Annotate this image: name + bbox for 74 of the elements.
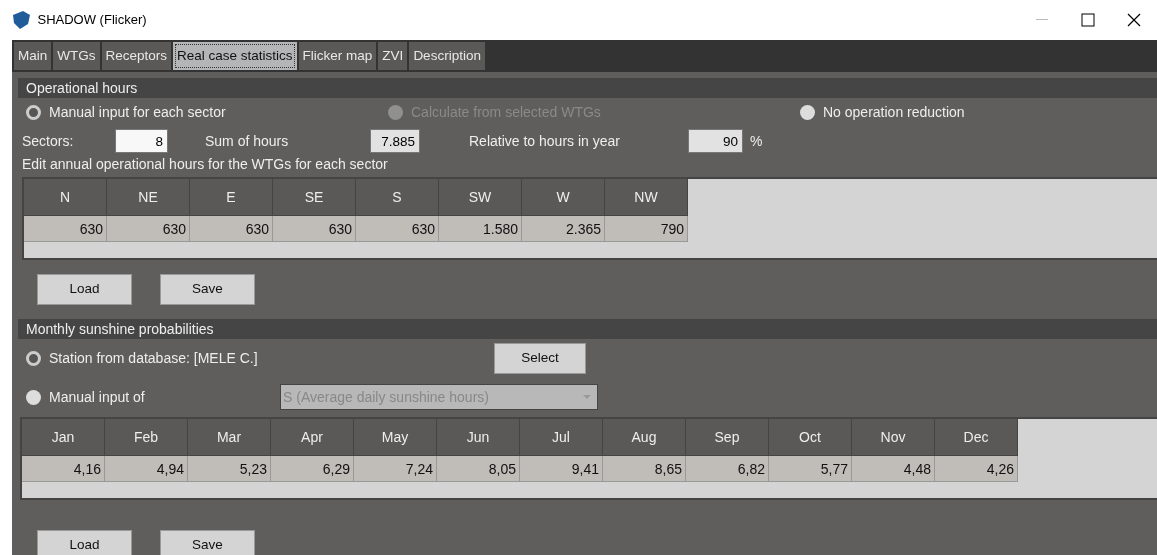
table-cell[interactable]: 1.580 [439, 216, 522, 242]
table-cell[interactable]: 630 [356, 216, 439, 242]
action-button[interactable]: Save [160, 530, 255, 555]
radio-label: Station from database: [MELE C.] [49, 348, 258, 368]
table-cell[interactable]: 6,29 [271, 456, 354, 482]
tab[interactable]: Flicker map [298, 42, 377, 70]
unit-label: % [750, 131, 763, 151]
column-header: N [24, 179, 107, 216]
column-header: Mar [188, 419, 271, 456]
radio-label: Manual input of [49, 387, 145, 407]
table-cell[interactable]: 630 [273, 216, 356, 242]
field-label: Sum of hours [205, 131, 290, 151]
table-cell[interactable]: 5,23 [188, 456, 271, 482]
column-header: Jan [22, 419, 105, 456]
select-button[interactable]: Select [494, 342, 586, 374]
table-cell[interactable]: 630 [24, 216, 107, 242]
column-header: Sep [686, 419, 769, 456]
table-cell[interactable]: 630 [107, 216, 190, 242]
tab[interactable]: Receptors [101, 42, 172, 70]
tab[interactable]: ZVI [378, 42, 408, 70]
table-cell[interactable]: 7,24 [354, 456, 437, 482]
app-logo-icon [10, 11, 31, 29]
window-title: SHADOW (Flicker) [37, 11, 147, 30]
maximize-icon[interactable] [1081, 13, 1095, 27]
column-header: NW [605, 179, 688, 216]
radio-button[interactable] [26, 350, 41, 366]
input-field[interactable]: 8 [115, 129, 168, 153]
action-button[interactable]: Load [37, 530, 132, 555]
column-header: Aug [603, 419, 686, 456]
column-header: Apr [271, 419, 354, 456]
radio-label: No operation reduction [823, 102, 965, 122]
field-label: Relative to hours in year [469, 131, 621, 151]
radio-button[interactable] [800, 104, 815, 120]
column-header: S [356, 179, 439, 216]
section-header: Monthly sunshine probabilities [18, 319, 1157, 339]
field-label: Sectors: [22, 131, 75, 151]
table-cell[interactable]: 2.365 [522, 216, 605, 242]
column-header: Feb [105, 419, 188, 456]
radio-button[interactable] [26, 104, 41, 120]
action-button[interactable]: Load [37, 274, 132, 305]
caret-icon [583, 394, 591, 400]
table-cell[interactable]: 630 [190, 216, 273, 242]
column-header: NE [107, 179, 190, 216]
column-header: Jun [437, 419, 520, 456]
input-field[interactable]: 7.885 [370, 129, 420, 153]
table-cell[interactable]: 6,82 [686, 456, 769, 482]
column-header: May [354, 419, 437, 456]
input-field[interactable]: 90 [688, 129, 743, 153]
action-button[interactable]: Save [160, 274, 255, 305]
column-header: Nov [852, 419, 935, 456]
close-icon[interactable] [1127, 13, 1141, 27]
section-header: Operational hours [18, 78, 1157, 98]
column-header: Dec [935, 419, 1018, 456]
tab[interactable]: Main [14, 42, 52, 70]
tab[interactable]: Real case statistics [173, 42, 297, 70]
table-cell[interactable]: 4,16 [22, 456, 105, 482]
table-cell[interactable]: 5,77 [769, 456, 852, 482]
radio-label: Manual input for each sector [49, 102, 226, 122]
table-cell[interactable]: 9,41 [520, 456, 603, 482]
tab[interactable]: WTGs [53, 42, 100, 70]
column-header: SW [439, 179, 522, 216]
table-cell[interactable]: 4,26 [935, 456, 1018, 482]
table-cell[interactable]: 8,05 [437, 456, 520, 482]
table-cell[interactable]: 4,94 [105, 456, 188, 482]
column-header: E [190, 179, 273, 216]
column-header: Jul [520, 419, 603, 456]
column-header: Oct [769, 419, 852, 456]
table-cell[interactable]: 4,48 [852, 456, 935, 482]
hint-text: Edit annual operational hours for the WTGs for each sector [21, 155, 389, 174]
table-cell[interactable]: 8,65 [603, 456, 686, 482]
table-cell[interactable]: 790 [605, 216, 688, 242]
column-header: SE [273, 179, 356, 216]
tab[interactable]: Description [409, 42, 485, 70]
column-header: W [522, 179, 605, 216]
